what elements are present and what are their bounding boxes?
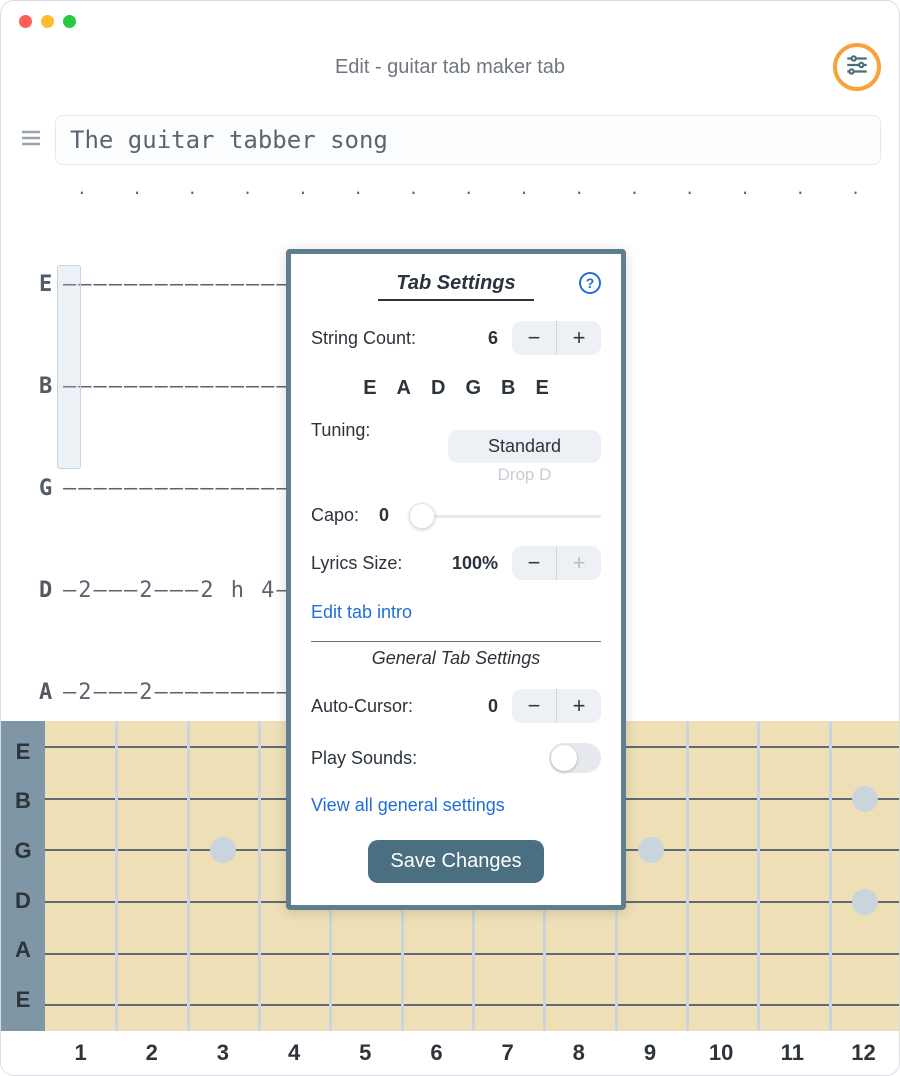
play-sounds-label: Play Sounds:: [311, 748, 417, 769]
fret-number: 9: [614, 1040, 685, 1066]
string-label: E: [1, 739, 45, 765]
string-label: D: [1, 888, 45, 914]
window-traffic-lights: [19, 15, 76, 28]
lyrics-size-stepper: − +: [512, 546, 601, 580]
tuning-option-ghost[interactable]: Drop D: [448, 465, 601, 485]
fretboard-string-labels: E B G D A E: [1, 721, 45, 1031]
fret-number: 2: [116, 1040, 187, 1066]
tuning-picker[interactable]: Standard Drop D: [448, 426, 601, 485]
string-label: D: [39, 574, 63, 608]
help-icon[interactable]: ?: [579, 272, 601, 294]
string-count-minus[interactable]: −: [512, 321, 556, 355]
close-window-button[interactable]: [19, 15, 32, 28]
capo-label: Capo:: [311, 505, 359, 526]
capo-value: 0: [379, 505, 389, 526]
general-settings-heading: General Tab Settings: [311, 648, 601, 669]
string-label: G: [1, 838, 45, 864]
lyrics-size-label: Lyrics Size:: [311, 553, 402, 574]
auto-cursor-label: Auto-Cursor:: [311, 696, 413, 717]
capo-slider[interactable]: [409, 506, 601, 526]
page-title: Edit - guitar tab maker tab: [1, 1, 899, 79]
tuning-string: A: [397, 377, 411, 400]
string-label: A: [1, 937, 45, 963]
play-sounds-toggle[interactable]: [549, 743, 601, 773]
lyrics-size-minus[interactable]: −: [512, 546, 556, 580]
tuning-string: E: [363, 377, 376, 400]
song-title-input[interactable]: [55, 115, 881, 165]
fret-number: 11: [757, 1040, 828, 1066]
lyrics-size-plus[interactable]: +: [557, 546, 601, 580]
fret-number: 6: [401, 1040, 472, 1066]
view-all-settings-link[interactable]: View all general settings: [311, 795, 505, 816]
minimize-window-button[interactable]: [41, 15, 54, 28]
string-count-plus[interactable]: +: [557, 321, 601, 355]
fret-number: 7: [472, 1040, 543, 1066]
modal-title: Tab Settings: [378, 272, 533, 301]
tuning-string: E: [535, 377, 548, 400]
save-changes-button[interactable]: Save Changes: [368, 840, 543, 883]
auto-cursor-plus[interactable]: +: [557, 689, 601, 723]
fret-number: 5: [330, 1040, 401, 1066]
string-count-stepper: − +: [512, 321, 601, 355]
auto-cursor-stepper: − +: [512, 689, 601, 723]
app-window: Edit - guitar tab maker tab . . . . . . …: [0, 0, 900, 1076]
string-label: A: [39, 676, 63, 710]
tuning-strings: E A D G B E: [311, 377, 601, 400]
tab-cursor[interactable]: [57, 265, 81, 469]
tuning-string: D: [431, 377, 445, 400]
fret-number: 8: [543, 1040, 614, 1066]
string-label: G: [39, 472, 63, 506]
tuning-selected[interactable]: Standard: [448, 430, 601, 463]
drag-handle-icon[interactable]: [19, 126, 43, 155]
string-count-label: String Count:: [311, 328, 416, 349]
sliders-icon: [844, 52, 870, 83]
fret-numbers: 123456789101112: [1, 1031, 899, 1075]
tuning-string: G: [465, 377, 481, 400]
beat-markers: . . . . . . . . . . . . . . . . . . . . …: [19, 165, 881, 200]
fret-number: 12: [828, 1040, 899, 1066]
string-label: B: [1, 788, 45, 814]
auto-cursor-minus[interactable]: −: [512, 689, 556, 723]
edit-tab-intro-link[interactable]: Edit tab intro: [311, 602, 412, 623]
tuning-label: Tuning:: [311, 420, 370, 441]
lyrics-size-value: 100%: [452, 553, 498, 574]
fret-number: 3: [187, 1040, 258, 1066]
tuning-string: B: [501, 377, 515, 400]
auto-cursor-value: 0: [488, 696, 498, 717]
string-count-value: 6: [488, 328, 498, 349]
fret-number: 1: [45, 1040, 116, 1066]
fret-number: 10: [686, 1040, 757, 1066]
fret-number: 4: [259, 1040, 330, 1066]
modal-divider: [311, 641, 601, 642]
tab-settings-modal: Tab Settings ? String Count: 6 − + E A D…: [286, 249, 626, 910]
fullscreen-window-button[interactable]: [63, 15, 76, 28]
string-label: E: [1, 987, 45, 1013]
